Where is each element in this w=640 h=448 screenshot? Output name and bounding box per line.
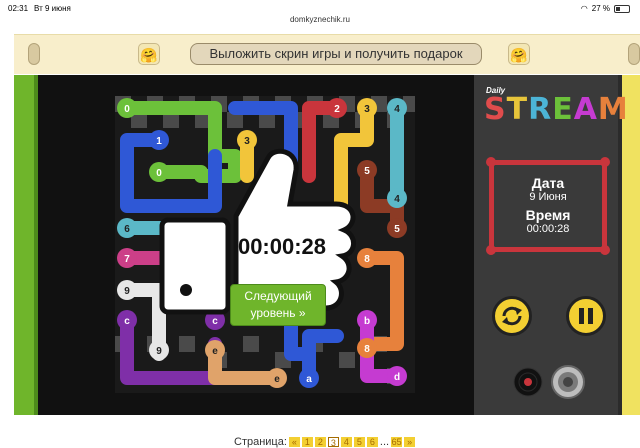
banner-left-pill xyxy=(28,43,40,65)
node-e1: e xyxy=(205,340,225,360)
logo-letter: E xyxy=(552,92,574,127)
page-link[interactable]: 4 xyxy=(340,437,352,447)
svg-text:0: 0 xyxy=(124,104,130,115)
date-label: Дата xyxy=(531,175,565,191)
page-current: 3 xyxy=(327,437,339,448)
page-ellipsis: ... xyxy=(379,436,390,448)
logo-stream: STREAM xyxy=(484,92,629,127)
logo-letter: S xyxy=(484,92,507,127)
svg-text:2: 2 xyxy=(334,104,340,115)
node-c1: c xyxy=(117,310,137,330)
svg-text:e: e xyxy=(274,374,280,385)
pagination-label: Страница: xyxy=(234,436,287,448)
status-time: 02:31 xyxy=(8,4,29,13)
sound-toggle-button[interactable] xyxy=(550,364,586,400)
status-right: ◠ 27 % xyxy=(581,4,630,13)
share-screenshot-button[interactable]: Выложить скрин игры и получить подарок xyxy=(190,43,482,65)
svg-text:e: e xyxy=(212,346,218,357)
corner-dot xyxy=(486,245,496,255)
hugging-emoji-icon: 🤗 xyxy=(508,43,530,65)
page-link[interactable]: 65 xyxy=(391,437,403,447)
svg-text:a: a xyxy=(306,374,312,385)
node-2: 2 xyxy=(327,98,347,118)
logo-letter: M xyxy=(597,92,629,127)
svg-text:8: 8 xyxy=(364,344,370,355)
svg-text:6: 6 xyxy=(124,224,130,235)
promo-banner: 🤗 Выложить скрин игры и получить подарок… xyxy=(14,34,640,74)
pause-button[interactable] xyxy=(566,296,606,336)
date-value: 9 Июня xyxy=(529,191,567,203)
next-level-label-1: Следующий xyxy=(244,289,312,303)
page-link[interactable]: 5 xyxy=(353,437,365,447)
info-box: Дата 9 Июня Время 00:00:28 xyxy=(486,157,610,255)
page-link[interactable]: 1 xyxy=(301,437,313,447)
svg-text:4: 4 xyxy=(394,104,400,115)
svg-text:d: d xyxy=(394,372,400,383)
svg-text:4: 4 xyxy=(394,194,400,205)
level-timer: 00:00:28 xyxy=(237,234,327,259)
battery-percent: 27 % xyxy=(591,4,610,13)
page-prev-button[interactable]: « xyxy=(288,437,300,447)
corner-dot xyxy=(600,245,610,255)
node-4b: 4 xyxy=(387,188,407,208)
frame-left xyxy=(14,75,38,415)
svg-text:3: 3 xyxy=(364,104,370,115)
node-8b: 8 xyxy=(357,338,377,358)
page-link[interactable]: 6 xyxy=(366,437,378,447)
node-3a: 3 xyxy=(357,98,377,118)
wifi-icon: ◠ xyxy=(580,4,588,13)
svg-text:5: 5 xyxy=(394,224,400,235)
logo-letter: R xyxy=(528,92,553,127)
node-7: 7 xyxy=(117,248,137,268)
node-6: 6 xyxy=(117,218,137,238)
pause-icon xyxy=(579,308,593,324)
battery-icon xyxy=(614,4,630,13)
node-a: a xyxy=(299,368,319,388)
speaker-icon xyxy=(551,365,585,399)
pagination: Страница: « 1 2 3 4 5 6 ... 65 » xyxy=(234,436,416,448)
node-e2: e xyxy=(267,368,287,388)
refresh-icon xyxy=(502,306,522,326)
time-value: 00:00:28 xyxy=(526,223,570,235)
svg-text:9: 9 xyxy=(124,286,130,297)
node-9b: 9 xyxy=(149,340,169,360)
corner-dot xyxy=(600,157,610,167)
logo-letter: T xyxy=(506,92,529,127)
svg-text:9: 9 xyxy=(156,346,162,357)
node-0a: 0 xyxy=(117,98,137,118)
node-9a: 9 xyxy=(117,280,137,300)
svg-text:c: c xyxy=(124,316,130,327)
node-4a: 4 xyxy=(387,98,407,118)
page-link[interactable]: 2 xyxy=(314,437,326,447)
next-level-label-2: уровень » xyxy=(250,306,306,320)
time-label: Время xyxy=(525,207,571,223)
corner-dot xyxy=(486,157,496,167)
status-date: Вт 9 июня xyxy=(34,4,71,13)
page-next-button[interactable]: » xyxy=(404,437,416,447)
url-bar[interactable]: domkyznechik.ru xyxy=(0,15,640,24)
banner-right-pill xyxy=(628,43,640,65)
node-5b: 5 xyxy=(387,218,407,238)
svg-text:7: 7 xyxy=(124,254,130,265)
next-level-button[interactable]: Следующий уровень » xyxy=(230,284,326,326)
logo-letter: A xyxy=(573,92,598,127)
node-d: d xyxy=(387,366,407,386)
restart-button[interactable] xyxy=(492,296,532,336)
music-toggle-button[interactable] xyxy=(512,366,544,398)
vinyl-icon xyxy=(513,367,543,397)
hugging-emoji-icon: 🤗 xyxy=(138,43,160,65)
